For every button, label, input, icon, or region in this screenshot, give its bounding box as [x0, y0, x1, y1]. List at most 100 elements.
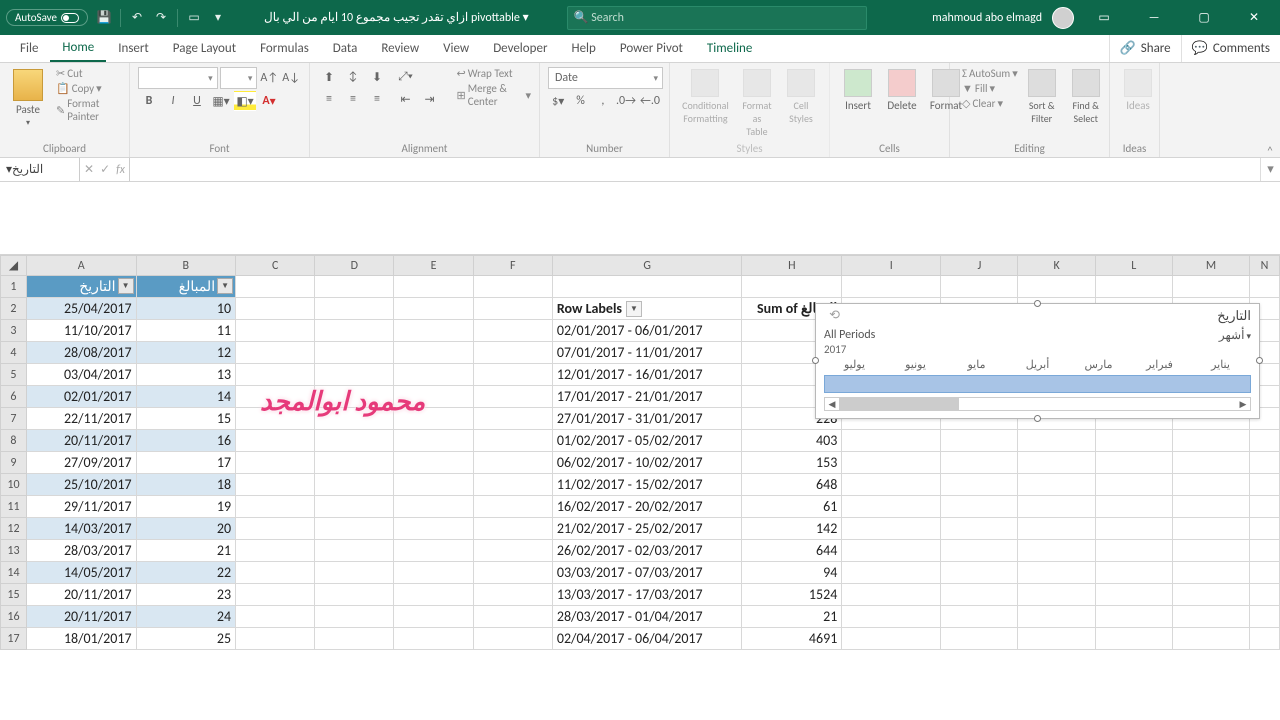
- cell[interactable]: [473, 430, 552, 452]
- cell[interactable]: 14: [136, 386, 236, 408]
- tab-insert[interactable]: Insert: [106, 35, 161, 62]
- cell[interactable]: [315, 628, 394, 650]
- cell[interactable]: [941, 584, 1018, 606]
- cell[interactable]: [941, 628, 1018, 650]
- cell[interactable]: [473, 606, 552, 628]
- cell[interactable]: 403: [742, 430, 842, 452]
- cell[interactable]: 02/01/2017 - 06/01/2017: [552, 320, 742, 342]
- row-header[interactable]: 17: [1, 628, 27, 650]
- cell[interactable]: [236, 474, 315, 496]
- cell[interactable]: [1172, 452, 1249, 474]
- comments-button[interactable]: 💬Comments: [1181, 35, 1280, 62]
- tab-help[interactable]: Help: [559, 35, 607, 62]
- cell[interactable]: 94: [742, 562, 842, 584]
- tab-view[interactable]: View: [431, 35, 481, 62]
- cell[interactable]: 03/04/2017: [26, 364, 136, 386]
- tab-powerpivot[interactable]: Power Pivot: [608, 35, 695, 62]
- paste-button[interactable]: Paste▾: [8, 67, 48, 130]
- cell[interactable]: 20: [136, 518, 236, 540]
- cell[interactable]: [1095, 452, 1172, 474]
- cell[interactable]: 24: [136, 606, 236, 628]
- enter-formula-icon[interactable]: ✓: [100, 162, 110, 177]
- worksheet-grid[interactable]: ◢ A B C D E F G H I J K L M N 1 التاريخ▼…: [0, 255, 1280, 720]
- cell[interactable]: 21: [742, 606, 842, 628]
- align-bottom-button[interactable]: ⬇: [366, 67, 388, 87]
- slicer-month[interactable]: أبريل: [1007, 358, 1068, 371]
- row-header[interactable]: 16: [1, 606, 27, 628]
- cell[interactable]: [1172, 606, 1249, 628]
- row-header[interactable]: 4: [1, 342, 27, 364]
- tab-data[interactable]: Data: [321, 35, 370, 62]
- col-header-B[interactable]: B: [136, 256, 236, 276]
- copy-button[interactable]: 📋 Copy ▾: [52, 82, 121, 95]
- maximize-button[interactable]: ▢: [1184, 3, 1224, 33]
- cell[interactable]: [315, 562, 394, 584]
- comma-button[interactable]: ,: [593, 91, 613, 111]
- scroll-right-icon[interactable]: ▶: [1236, 398, 1250, 410]
- cell[interactable]: 20/11/2017: [26, 430, 136, 452]
- cell[interactable]: 28/03/2017 - 01/04/2017: [552, 606, 742, 628]
- cell[interactable]: 142: [742, 518, 842, 540]
- insert-cells-button[interactable]: Insert: [838, 67, 878, 114]
- align-right-button[interactable]: ≡: [366, 89, 388, 109]
- cell[interactable]: [394, 606, 473, 628]
- slicer-month[interactable]: يونيو: [885, 358, 946, 371]
- cell[interactable]: [1095, 496, 1172, 518]
- pivot-dropdown-icon[interactable]: ▼: [626, 301, 642, 317]
- cut-button[interactable]: ✂ Cut: [52, 67, 121, 80]
- cell[interactable]: [473, 342, 552, 364]
- undo-icon[interactable]: ↶: [129, 10, 145, 26]
- cancel-formula-icon[interactable]: ✕: [84, 162, 94, 177]
- col-header-C[interactable]: C: [236, 256, 315, 276]
- row-header[interactable]: 5: [1, 364, 27, 386]
- cell[interactable]: [941, 540, 1018, 562]
- col-header-E[interactable]: E: [394, 256, 473, 276]
- col-header-A[interactable]: A: [26, 256, 136, 276]
- cell[interactable]: [236, 496, 315, 518]
- col-header-J[interactable]: J: [941, 256, 1018, 276]
- cell[interactable]: [1095, 518, 1172, 540]
- cell[interactable]: [315, 342, 394, 364]
- cell[interactable]: [236, 584, 315, 606]
- cell[interactable]: 21/02/2017 - 25/02/2017: [552, 518, 742, 540]
- row-header[interactable]: 13: [1, 540, 27, 562]
- cell[interactable]: [236, 320, 315, 342]
- cell[interactable]: 01/02/2017 - 05/02/2017: [552, 430, 742, 452]
- format-as-table-button[interactable]: Format as Table: [737, 67, 777, 140]
- cell[interactable]: [394, 430, 473, 452]
- cell[interactable]: [1250, 518, 1280, 540]
- cell[interactable]: [1018, 430, 1095, 452]
- fill-color-button[interactable]: ◧▾: [234, 91, 256, 111]
- cell[interactable]: 27/01/2017 - 31/01/2017: [552, 408, 742, 430]
- col-header-D[interactable]: D: [315, 256, 394, 276]
- cell[interactable]: [1095, 584, 1172, 606]
- cell[interactable]: 29/11/2017: [26, 496, 136, 518]
- cell[interactable]: [842, 474, 941, 496]
- ideas-button[interactable]: Ideas: [1118, 67, 1158, 114]
- scroll-thumb[interactable]: [839, 398, 959, 410]
- col-header-M[interactable]: M: [1172, 256, 1249, 276]
- dec-decimal-button[interactable]: ←.0: [639, 91, 661, 111]
- cell[interactable]: [315, 408, 394, 430]
- cell[interactable]: 22/11/2017: [26, 408, 136, 430]
- tab-home[interactable]: Home: [50, 35, 106, 62]
- tab-file[interactable]: File: [8, 35, 50, 62]
- cell[interactable]: [236, 540, 315, 562]
- cell-styles-button[interactable]: Cell Styles: [781, 67, 821, 127]
- cell[interactable]: [473, 518, 552, 540]
- cell[interactable]: [315, 584, 394, 606]
- cell[interactable]: [842, 606, 941, 628]
- find-select-button[interactable]: Find & Select: [1066, 67, 1106, 127]
- cell[interactable]: [842, 496, 941, 518]
- col-header-G[interactable]: G: [552, 256, 742, 276]
- font-color-button[interactable]: A▾: [258, 91, 280, 111]
- fill-button[interactable]: ▼ Fill ▾: [958, 82, 1018, 95]
- cell[interactable]: 16: [136, 430, 236, 452]
- scroll-left-icon[interactable]: ◀: [825, 398, 839, 410]
- cell[interactable]: [394, 496, 473, 518]
- cell[interactable]: [394, 562, 473, 584]
- minimize-button[interactable]: —: [1134, 3, 1174, 33]
- slicer-month[interactable]: مايو: [946, 358, 1007, 371]
- cell[interactable]: Row Labels▼: [552, 298, 742, 320]
- tab-timeline[interactable]: Timeline: [695, 35, 764, 62]
